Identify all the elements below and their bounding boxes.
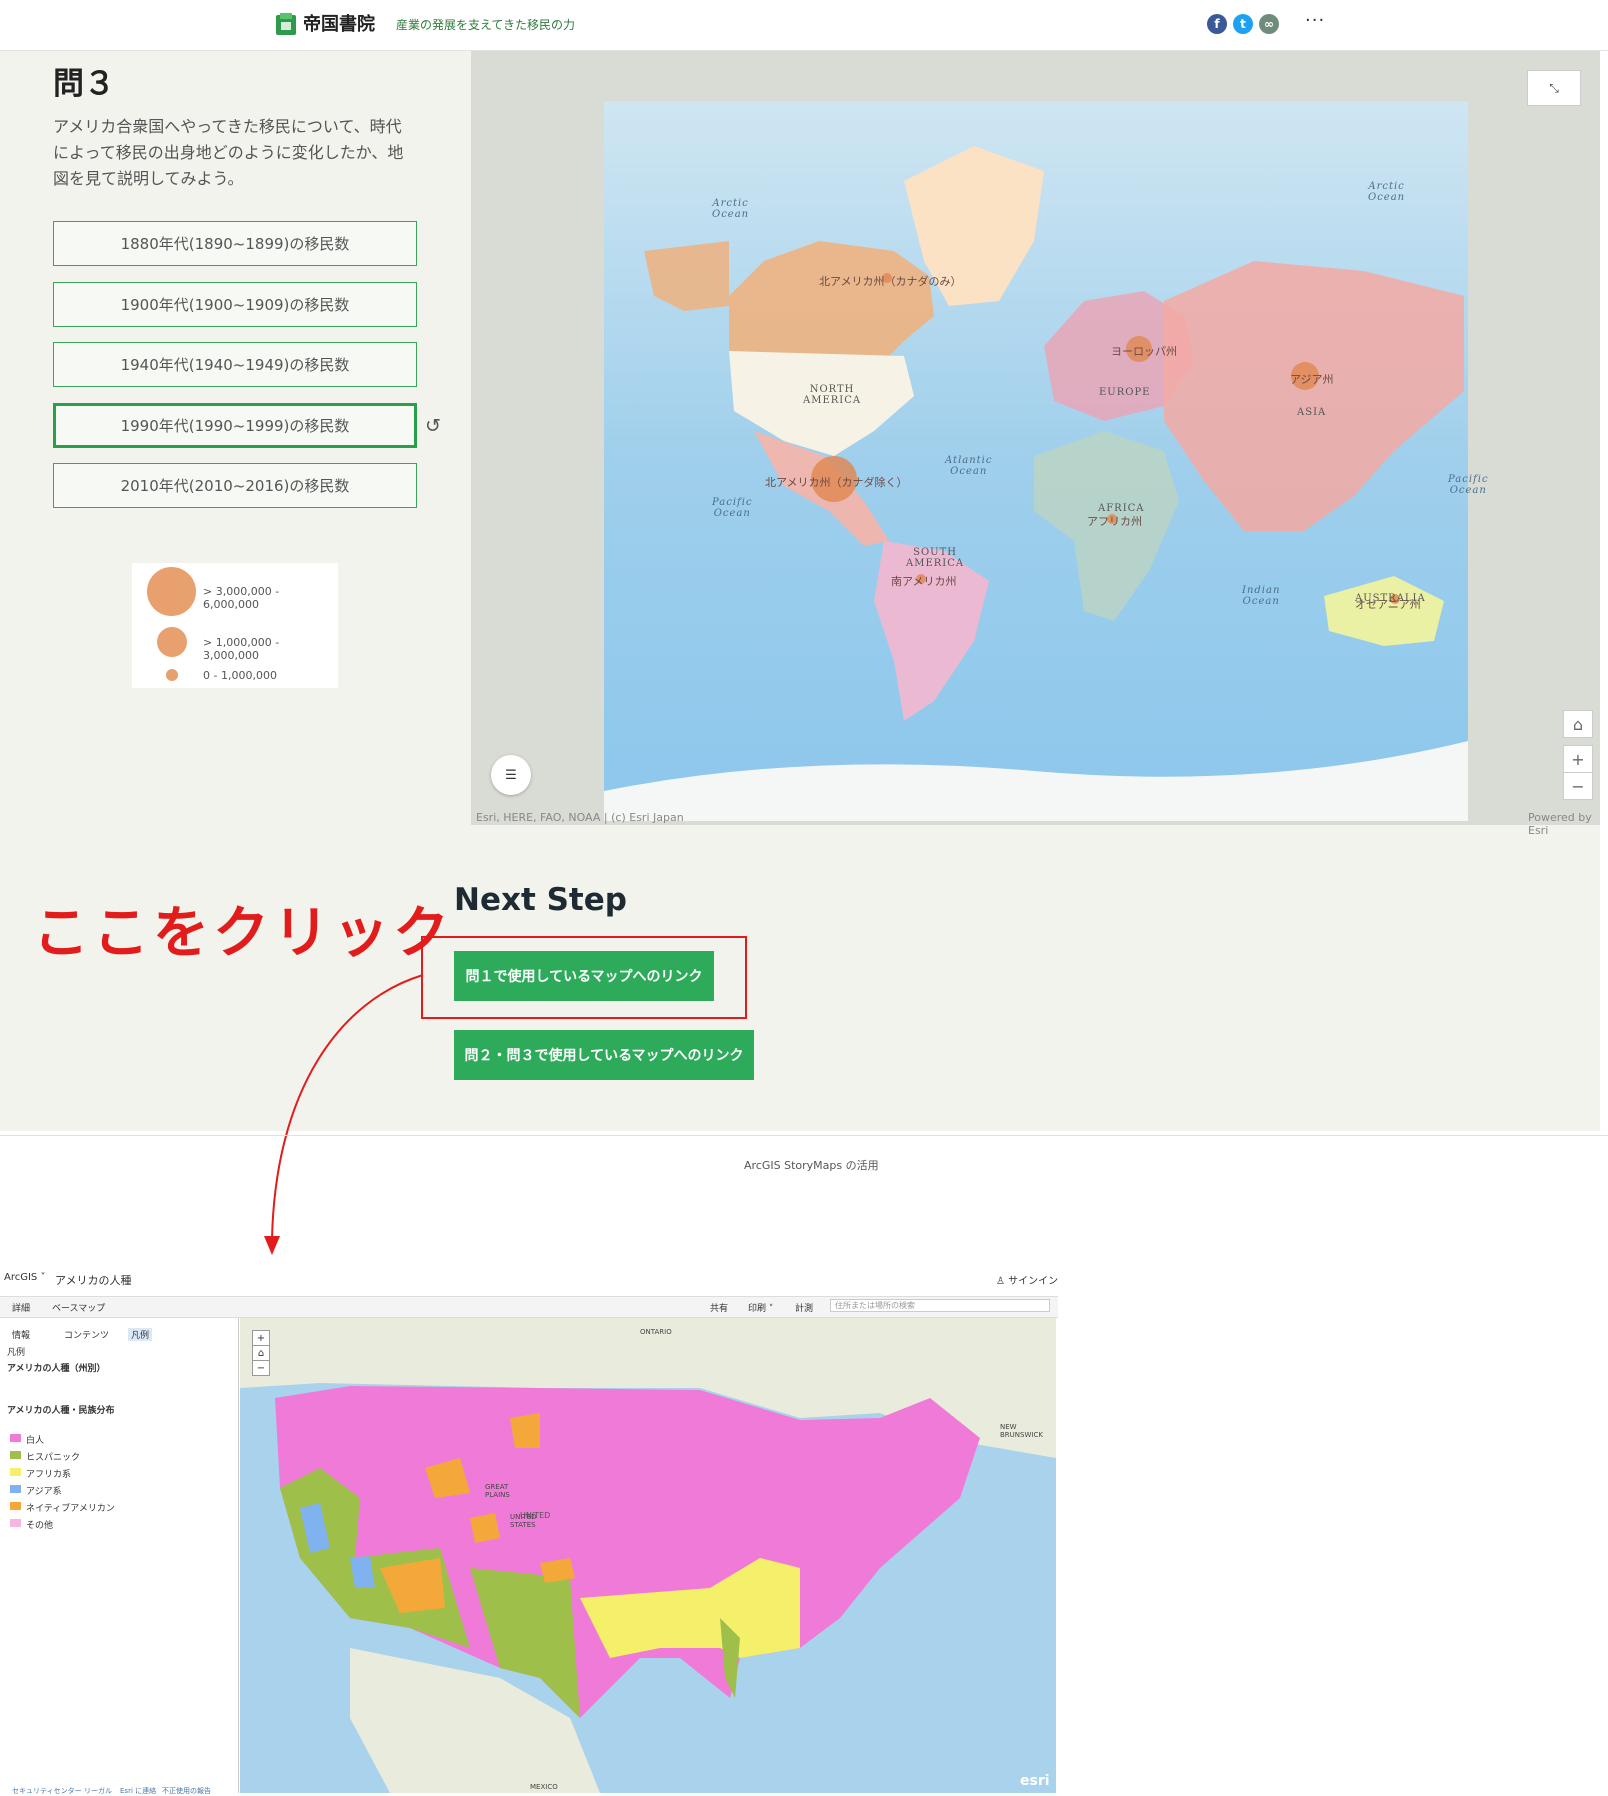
brand-name[interactable]: 帝国書院 — [303, 10, 375, 36]
label-sa-jp: 南アメリカ州 — [891, 575, 957, 588]
swatch-white — [10, 1434, 21, 1442]
esri-logo[interactable]: esri — [1020, 1773, 1050, 1789]
label-na-canada-jp: 北アメリカ州（カナダのみ） — [819, 275, 962, 288]
label-south-america: SOUTH AMERICA — [906, 547, 965, 569]
cat-asian-label: アジア系 — [26, 1487, 62, 1497]
footer-link-contact[interactable]: Esri に連絡 — [120, 1786, 156, 1796]
layer-race-distribution: アメリカの人種・民族分布 — [7, 1406, 115, 1416]
label-na-excl-jp: 北アメリカ州（カナダ除く） — [765, 476, 908, 489]
details-button[interactable]: 詳細 — [12, 1301, 30, 1314]
label-pacific-right: Pacific Ocean — [1448, 474, 1489, 496]
label-new-brunswick: NEW BRUNSWICK — [1000, 1423, 1043, 1439]
us-zoom-out-button[interactable]: − — [252, 1360, 270, 1376]
footer-divider — [0, 1135, 1608, 1136]
swatch-asian — [10, 1485, 21, 1493]
legend-small-label: 0 - 1,000,000 — [203, 669, 277, 682]
tab-content[interactable]: コンテンツ — [64, 1328, 109, 1341]
zoom-out-button[interactable]: − — [1563, 772, 1593, 800]
layer-state-race: アメリカの人種（州別） — [7, 1364, 106, 1374]
question-title: 問３ — [53, 66, 115, 102]
label-europe: EUROPE — [1099, 387, 1151, 398]
book-logo-icon — [276, 13, 296, 35]
reset-icon[interactable]: ↺ — [425, 415, 441, 437]
click-here-annotation: ここをクリック — [33, 901, 453, 966]
annotation-arrow — [264, 974, 424, 1255]
tab-about[interactable]: 情報 — [12, 1328, 30, 1341]
print-button[interactable]: 印刷 ˅ — [748, 1301, 773, 1314]
map-legend-toggle-button[interactable]: ☰ — [491, 755, 531, 795]
footer-text[interactable]: ArcGIS StoryMaps の活用 — [744, 1157, 879, 1173]
option-1900s-button[interactable]: 1900年代(1900~1909)の移民数 — [53, 282, 417, 327]
more-menu-icon[interactable]: ··· — [1305, 10, 1325, 31]
legend-heading: 凡例 — [7, 1348, 26, 1358]
legend-large-circle — [147, 567, 196, 616]
arcgis-sidebar: 情報 コンテンツ 凡例 凡例 アメリカの人種（州別） アメリカの人種・民族分布 … — [2, 1318, 239, 1796]
question-text: アメリカ合衆国へやってきた移民について、時代によって移民の出身地どのように変化し… — [53, 117, 404, 188]
label-africa-jp: アフリカ州 — [1087, 515, 1142, 528]
facebook-icon[interactable]: f — [1207, 14, 1227, 34]
option-1990s-button[interactable]: 1990年代(1990~1999)の移民数 — [53, 403, 417, 448]
label-indian: Indian Ocean — [1242, 585, 1281, 607]
fullscreen-button[interactable]: ⤡ — [1527, 70, 1581, 106]
world-map[interactable]: Arctic Ocean Arctic Ocean NORTH AMERICA … — [471, 51, 1600, 825]
legend-small-circle — [166, 669, 178, 681]
label-pacific-left: Pacific Ocean — [712, 497, 753, 519]
signin-link[interactable]: ♙ サインイン — [996, 1272, 1058, 1287]
option-1880s-button[interactable]: 1880年代(1890~1899)の移民数 — [53, 221, 417, 266]
zoom-in-button[interactable]: + — [1563, 745, 1593, 773]
us-home-button[interactable]: ⌂ — [252, 1345, 270, 1361]
label-united-states: UNITED STATES — [510, 1513, 537, 1529]
share-button[interactable]: 共有 — [710, 1301, 728, 1314]
next-step-heading: Next Step — [454, 882, 627, 918]
label-europe-jp: ヨーロッパ州 — [1111, 345, 1177, 358]
powered-by-esri[interactable]: Powered by Esri — [1528, 811, 1608, 837]
legend-medium-circle — [157, 627, 187, 657]
usa-race-map-canvas[interactable]: UNITED — [240, 1318, 1056, 1793]
tab-legend[interactable]: 凡例 — [128, 1328, 153, 1341]
cat-african-label: アフリカ系 — [26, 1470, 72, 1480]
arcgis-brand-menu[interactable]: ArcGIS ˅ — [4, 1272, 45, 1283]
footer-link-legal[interactable]: リーガル — [84, 1786, 112, 1796]
label-oceania-jp: オセアニア州 — [1355, 598, 1421, 611]
footer-link-security[interactable]: セキュリティセンター — [12, 1786, 82, 1796]
swatch-african — [10, 1468, 21, 1476]
label-north-america: NORTH AMERICA — [803, 384, 862, 406]
place-search-input[interactable]: 住所または場所の検索 — [830, 1299, 1050, 1312]
q2-q3-map-link-button[interactable]: 問２・問３で使用しているマップへのリンク — [454, 1030, 754, 1080]
legend-large-label: > 3,000,000 - 6,000,000 — [203, 585, 280, 611]
map-attribution: Esri, HERE, FAO, NOAA | (c) Esri Japan — [476, 811, 684, 824]
cat-native-label: ネイティブアメリカン — [26, 1504, 115, 1514]
label-asia-jp: アジア州 — [1290, 373, 1334, 386]
story-tagline: 産業の発展を支えてきた移民の力 — [396, 18, 576, 32]
basemap-button[interactable]: ベースマップ — [52, 1301, 105, 1314]
cat-hispanic-label: ヒスパニック — [26, 1453, 81, 1463]
label-ontario: ONTARIO — [640, 1328, 672, 1336]
us-zoom-in-button[interactable]: + — [252, 1330, 270, 1346]
q1-map-link-button[interactable]: 問１で使用しているマップへのリンク — [454, 951, 714, 1001]
home-button[interactable]: ⌂ — [1563, 710, 1593, 738]
usa-race-map[interactable]: UNITED ONTARIO UNITED STATES GREAT PLAIN… — [240, 1318, 1056, 1793]
label-arctic-right: Arctic Ocean — [1368, 181, 1406, 203]
legend-medium-label: > 1,000,000 - 3,000,000 — [203, 636, 280, 662]
arcgis-map-title: アメリカの人種 — [55, 1274, 132, 1287]
label-atlantic: Atlantic Ocean — [945, 455, 993, 477]
swatch-native — [10, 1502, 21, 1510]
label-arctic-left: Arctic Ocean — [712, 198, 750, 220]
top-header — [0, 0, 1608, 51]
map-legend: > 3,000,000 - 6,000,000 > 1,000,000 - 3,… — [132, 563, 338, 688]
label-great-plains: GREAT PLAINS — [485, 1483, 510, 1499]
option-1940s-button[interactable]: 1940年代(1940~1949)の移民数 — [53, 342, 417, 387]
cat-other-label: その他 — [26, 1521, 54, 1531]
swatch-hispanic — [10, 1451, 21, 1459]
swatch-other — [10, 1519, 21, 1527]
twitter-icon[interactable]: t — [1233, 14, 1253, 34]
footer-link-report[interactable]: 不正使用の報告 — [162, 1786, 211, 1796]
cat-white-label: 白人 — [26, 1436, 45, 1446]
measure-button[interactable]: 計測 — [795, 1301, 813, 1314]
link-icon[interactable]: ∞ — [1259, 14, 1279, 34]
option-2010s-button[interactable]: 2010年代(2010~2016)の移民数 — [53, 463, 417, 508]
label-asia: ASIA — [1297, 407, 1327, 418]
label-mexico: MEXICO — [530, 1783, 558, 1791]
